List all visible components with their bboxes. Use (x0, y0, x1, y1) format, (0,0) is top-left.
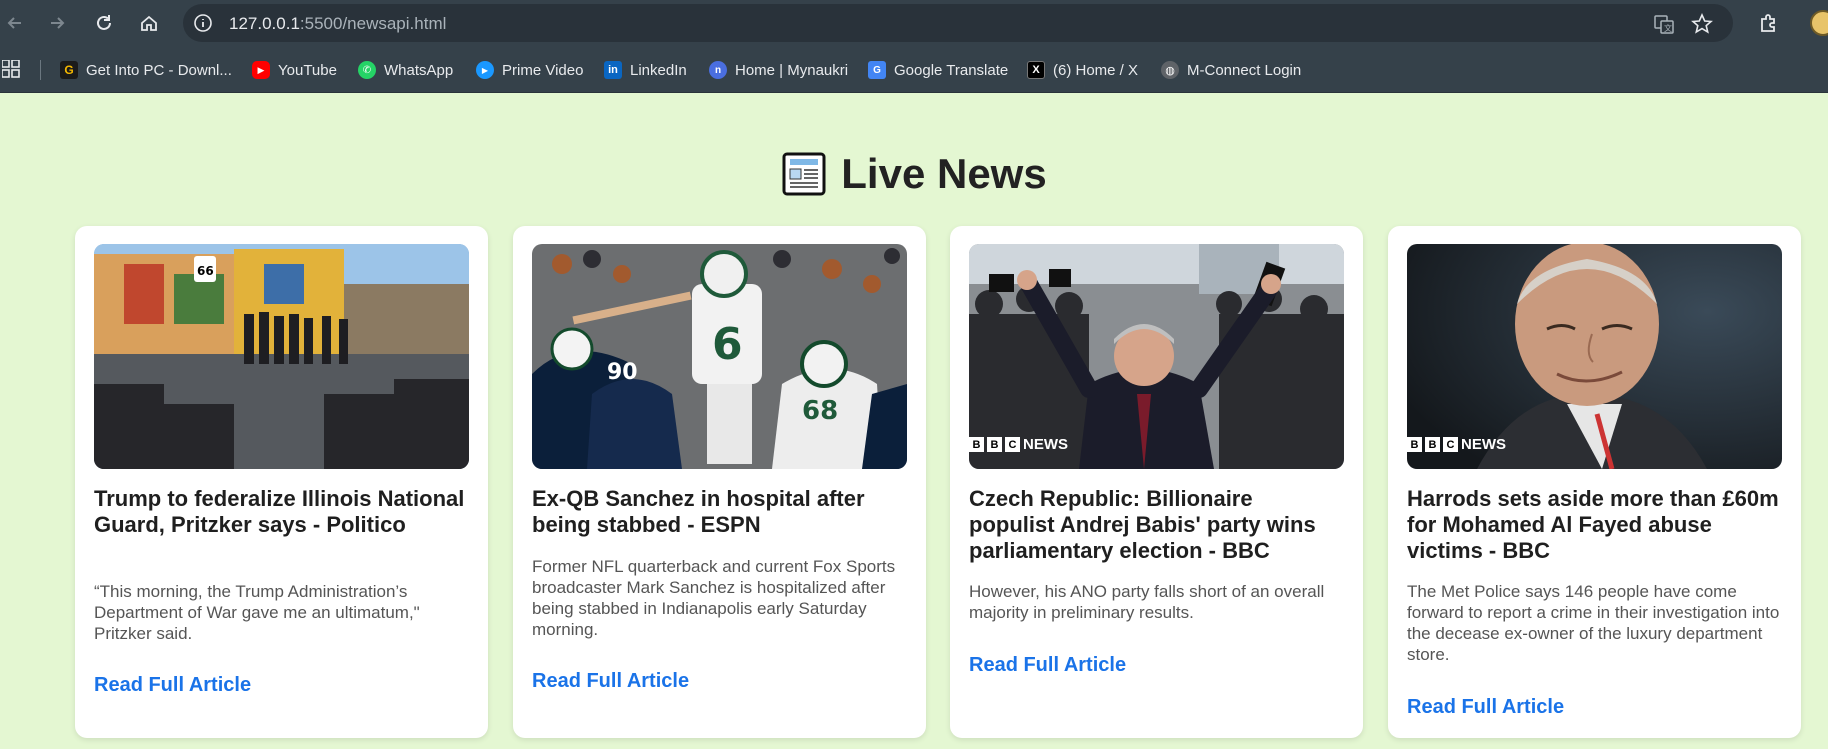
bookmark-label: Google Translate (894, 61, 1009, 79)
svg-text:90: 90 (607, 360, 638, 385)
bookmark-google-translate[interactable]: G Google Translate (868, 58, 1008, 82)
bookmark-getintopc[interactable]: G Get Into PC - Downl... (60, 58, 232, 82)
extensions-icon[interactable] (1757, 11, 1781, 35)
bbc-news-logo: B B C NEWS (1407, 436, 1506, 453)
apps-grid-icon[interactable] (2, 60, 20, 78)
forward-button[interactable] (40, 6, 74, 40)
globe-icon: ◍ (1161, 61, 1179, 79)
article-image: B B C NEWS (969, 244, 1344, 469)
bookmarks-bar: G Get Into PC - Downl... ▶ YouTube ✆ Wha… (0, 46, 1828, 93)
page-header: Live News (0, 150, 1828, 198)
bookmark-label: Home | Mynaukri (735, 61, 849, 79)
article-title: Harrods sets aside more than £60m for Mo… (1407, 486, 1779, 563)
browser-toolbar: 127.0.0.1:5500/newsapi.html 文 (0, 0, 1828, 46)
bookmark-m-connect[interactable]: ◍ M-Connect Login (1161, 58, 1301, 82)
page-title: Live News (841, 150, 1047, 197)
bookmark-whatsapp[interactable]: ✆ WhatsApp (358, 58, 453, 82)
address-bar[interactable]: 127.0.0.1:5500/newsapi.html 文 (183, 4, 1733, 42)
youtube-icon: ▶ (252, 61, 270, 79)
bookmark-linkedin[interactable]: in LinkedIn (604, 58, 687, 82)
bookmark-label: Get Into PC - Downl... (86, 61, 232, 79)
article-description: Former NFL quarterback and current Fox S… (532, 557, 896, 639)
article-title: Ex-QB Sanchez in hospital after being st… (532, 486, 865, 537)
football-game-image: 6 90 68 (532, 244, 907, 469)
forward-arrow-icon (51, 17, 65, 29)
google-translate-icon: G (868, 61, 886, 79)
newspaper-icon (782, 152, 826, 196)
article-image: 66 (94, 244, 469, 469)
svg-text:68: 68 (802, 396, 838, 426)
news-badge: NEWS (1461, 436, 1506, 453)
bookmark-label: M-Connect Login (1187, 61, 1302, 79)
back-arrow-icon (7, 17, 21, 29)
bookmark-label: LinkedIn (630, 61, 687, 79)
prime-video-icon: ▶ (476, 61, 494, 79)
mynaukri-icon: n (709, 61, 727, 79)
svg-text:文: 文 (1664, 23, 1672, 33)
bookmark-star-icon[interactable] (1691, 13, 1713, 35)
home-button[interactable] (132, 6, 166, 40)
bbc-logo-block: B (987, 437, 1002, 452)
bbc-logo-block: C (1443, 437, 1458, 452)
bookmark-label: YouTube (278, 61, 337, 79)
bookmarks-separator (40, 60, 41, 80)
linkedin-icon: in (604, 61, 622, 79)
bbc-logo-block: C (1005, 437, 1020, 452)
bbc-logo-block: B (969, 437, 984, 452)
bbc-logo-block: B (1407, 437, 1422, 452)
news-card: 66 Trump to federalize Illinois National… (75, 226, 488, 738)
bbc-news-logo: B B C NEWS (969, 436, 1068, 453)
news-card: B B C NEWS Harrods sets aside more than … (1388, 226, 1801, 738)
bookmark-label: WhatsApp (384, 61, 454, 79)
back-button[interactable] (0, 6, 32, 40)
read-full-article-link[interactable]: Read Full Article (1407, 696, 1564, 719)
home-icon (141, 15, 157, 31)
reload-button[interactable] (87, 6, 121, 40)
bookmark-youtube[interactable]: ▶ YouTube (252, 58, 337, 82)
profile-avatar[interactable] (1810, 10, 1828, 36)
article-title: Trump to federalize Illinois National Gu… (94, 486, 465, 537)
read-full-article-link[interactable]: Read Full Article (94, 674, 251, 697)
x-icon: X (1027, 61, 1045, 79)
news-badge: NEWS (1023, 436, 1068, 453)
article-image: B B C NEWS (1407, 244, 1782, 469)
svg-text:6: 6 (712, 319, 743, 370)
read-full-article-link[interactable]: Read Full Article (532, 670, 689, 693)
url-text: 127.0.0.1:5500/newsapi.html (229, 14, 447, 33)
whatsapp-icon: ✆ (358, 61, 376, 79)
article-description: “This morning, the Trump Administration’… (94, 582, 420, 643)
svg-text:66: 66 (197, 264, 214, 278)
bookmark-label: Prime Video (502, 61, 584, 79)
bookmark-mynaukri[interactable]: n Home | Mynaukri (709, 58, 848, 82)
news-card: 6 90 68 Ex-QB Sanchez in hospital after … (513, 226, 926, 738)
reload-icon (97, 15, 111, 30)
translate-page-icon[interactable]: 文 (1653, 13, 1675, 35)
site-info-icon[interactable] (193, 13, 213, 33)
article-image: 6 90 68 (532, 244, 907, 469)
bookmark-x[interactable]: X (6) Home / X (1027, 58, 1138, 82)
article-title: Czech Republic: Billionaire populist And… (969, 486, 1316, 563)
news-card: B B C NEWS Czech Republic: Billionaire p… (950, 226, 1363, 738)
bookmark-label: (6) Home / X (1053, 61, 1139, 79)
read-full-article-link[interactable]: Read Full Article (969, 654, 1126, 677)
getintopc-icon: G (60, 61, 78, 79)
bbc-logo-block: B (1425, 437, 1440, 452)
article-description: The Met Police says 146 people have come… (1407, 582, 1780, 664)
bookmark-prime-video[interactable]: ▶ Prime Video (476, 58, 583, 82)
article-description: However, his ANO party falls short of an… (969, 582, 1325, 622)
press-conference-image: 66 (94, 244, 469, 469)
